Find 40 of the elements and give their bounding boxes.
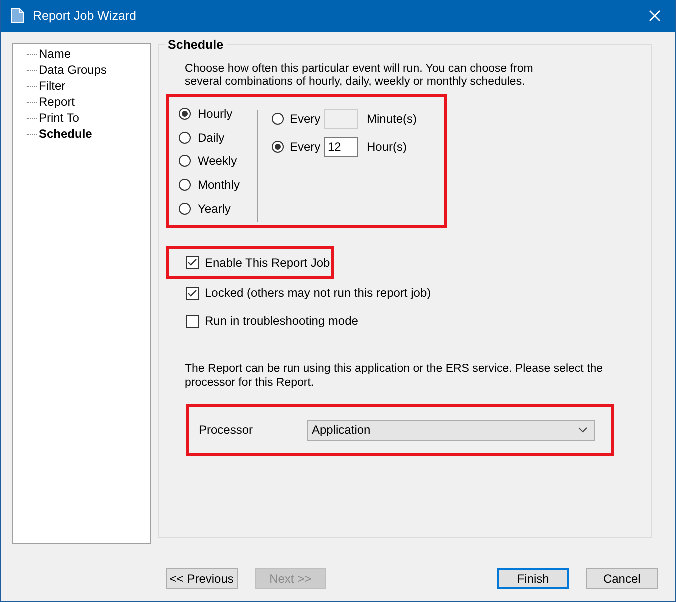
intro-text: Choose how often this particular event will run. You can choose from several combinations of hourly, daily, weekly or monthly schedules. bbox=[185, 63, 534, 89]
unit-label: Minute(s) bbox=[367, 112, 418, 126]
checkbox-label: Enable This Report Job bbox=[205, 256, 330, 270]
checkbox[interactable] bbox=[186, 314, 199, 328]
radio-label: Hourly bbox=[198, 107, 233, 122]
radio-label: Every bbox=[290, 140, 322, 154]
radio-label: Weekly bbox=[198, 154, 238, 168]
window-title: Report Job Wizard bbox=[33, 9, 138, 23]
document-icon bbox=[11, 8, 25, 24]
processor-label: Processor bbox=[199, 423, 254, 437]
group-title: Schedule bbox=[165, 38, 227, 52]
radio-button[interactable] bbox=[179, 202, 191, 215]
radio-button[interactable] bbox=[179, 179, 191, 192]
radio-label: Daily bbox=[198, 130, 225, 145]
step-item[interactable]: Data Groups bbox=[39, 63, 108, 77]
radio-button[interactable] bbox=[179, 108, 191, 120]
step-item[interactable]: Name bbox=[39, 47, 72, 61]
step-item[interactable]: Filter bbox=[39, 79, 66, 93]
radio-label: Yearly bbox=[198, 202, 231, 216]
checkbox[interactable] bbox=[186, 256, 199, 269]
close-icon[interactable] bbox=[649, 10, 661, 22]
radio-label: Monthly bbox=[198, 178, 240, 192]
wizard-button[interactable]: Cancel bbox=[586, 568, 658, 589]
wizard-button[interactable]: Finish bbox=[497, 568, 570, 589]
radio-button[interactable] bbox=[179, 155, 191, 168]
checkbox-label: Run in troubleshooting mode bbox=[205, 314, 358, 328]
radio-button[interactable] bbox=[272, 141, 284, 153]
radio-button[interactable] bbox=[179, 132, 191, 144]
checkbox-label: Locked (others may not run this report job) bbox=[205, 286, 432, 300]
processor-note: The Report can be run using this application or the ERS service. Please select the processor for this Report. bbox=[185, 362, 604, 390]
radio-label: Every bbox=[290, 112, 322, 126]
step-item[interactable]: Schedule bbox=[39, 127, 92, 141]
number-field[interactable]: 12 bbox=[324, 137, 358, 157]
chevron-down-icon bbox=[578, 427, 588, 433]
checkbox[interactable] bbox=[186, 286, 199, 300]
step-item[interactable]: Print To bbox=[39, 111, 80, 125]
wizard-button[interactable]: << Previous bbox=[166, 568, 238, 589]
processor-dropdown[interactable]: Application bbox=[307, 420, 595, 440]
step-item[interactable]: Report bbox=[39, 95, 76, 109]
unit-label: Hour(s) bbox=[367, 140, 408, 154]
